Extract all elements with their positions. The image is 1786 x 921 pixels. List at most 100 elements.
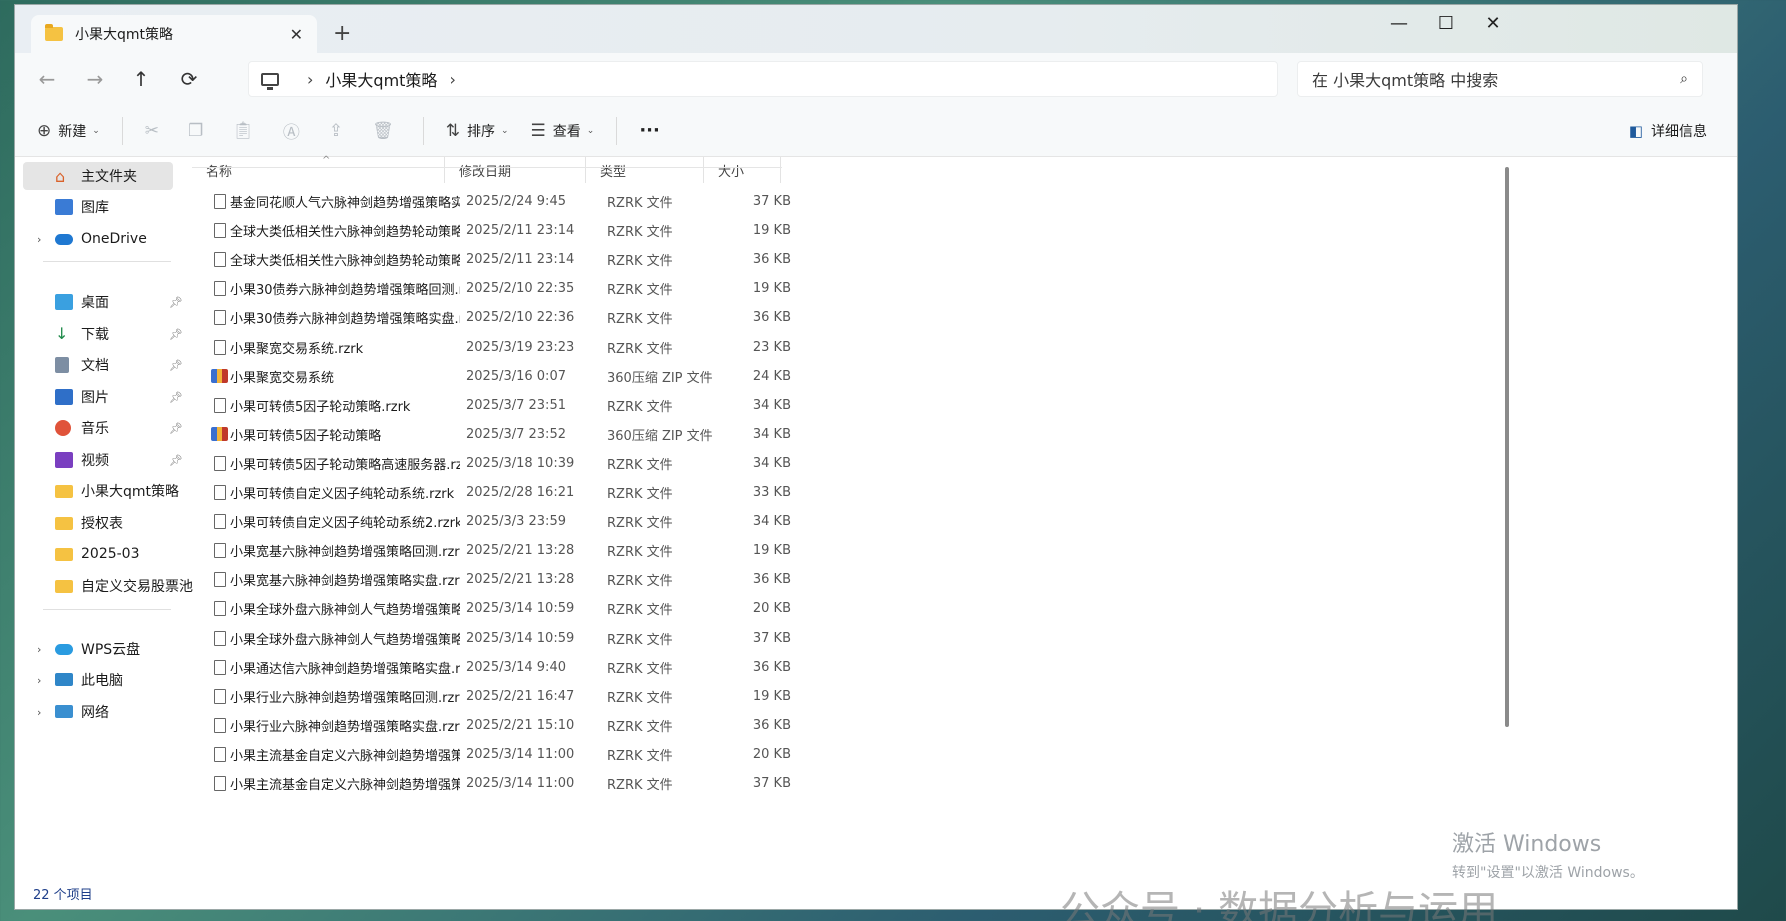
search-input[interactable]: 在 小果大qmt策略 中搜索 ⌕ — [1297, 61, 1703, 97]
file-name: 小果全球外盘六脉神剑人气趋势增强策略... — [230, 632, 460, 648]
file-name: 小果主流基金自定义六脉神剑趋势增强策... — [230, 748, 460, 764]
breadcrumb-separator[interactable]: › — [449, 70, 455, 89]
sidebar-item-onedrive[interactable]: › OneDrive — [23, 225, 173, 253]
file-row[interactable]: 小果聚宽交易系统.rzrk 2025/3/19 23:23 RZRK 文件 23 KB — [206, 333, 806, 362]
sidebar-item-videos[interactable]: 视频 📌︎ — [23, 446, 183, 474]
file-row[interactable]: 小果通达信六脉神剑趋势增强策略实盘.r... 2025/3/14 9:40 RZRK… — [206, 653, 806, 682]
file-type: RZRK 文件 — [607, 545, 673, 561]
file-row[interactable]: 全球大类低相关性六脉神剑趋势轮动策略... 2025/2/11 23:14 RZRK… — [206, 216, 806, 245]
file-row[interactable]: 小果宽基六脉神剑趋势增强策略回测.rzrk 2025/2/21 13:28 RZRK… — [206, 536, 806, 565]
view-button[interactable]: ☰ 查看 ⌄ — [531, 121, 595, 141]
file-row[interactable]: 小果主流基金自定义六脉神剑趋势增强策... 2025/3/14 11:00 RZRK… — [206, 769, 806, 798]
command-bar: ⊕ 新建 ⌄ ✂ ❐ 📋︎ Ⓐ ⇪ 🗑︎ ⇅ 排序 ⌄ ☰ 查看 ⌄ ··· ◧… — [15, 105, 1737, 157]
folder-icon — [55, 485, 73, 498]
sidebar-item-music[interactable]: 音乐 📌︎ — [23, 414, 183, 442]
back-button[interactable]: ← — [29, 65, 65, 93]
minimize-button[interactable]: — — [1379, 13, 1419, 34]
close-window-button[interactable]: ✕ — [1473, 13, 1513, 34]
sidebar-item-home[interactable]: ⌂ 主文件夹 — [23, 162, 173, 190]
folder-icon — [55, 548, 73, 561]
tab-current-folder[interactable]: 小果大qmt策略 ✕ — [31, 15, 317, 53]
new-button[interactable]: ⊕ 新建 ⌄ — [37, 121, 100, 141]
rename-button[interactable]: Ⓐ — [283, 118, 307, 143]
file-type: RZRK 文件 — [607, 225, 673, 241]
file-row[interactable]: 小果30债券六脉神剑趋势增强策略实盘.r... 2025/2/10 22:36 RZ… — [206, 303, 806, 332]
more-options-button[interactable]: ··· — [639, 120, 660, 141]
vertical-scrollbar[interactable] — [1504, 167, 1510, 909]
sidebar-item-wps-cloud[interactable]: › WPS云盘 — [23, 635, 173, 663]
pin-icon: 📌︎ — [169, 421, 183, 435]
sort-button[interactable]: ⇅ 排序 ⌄ — [446, 121, 509, 141]
file-row[interactable]: 小果主流基金自定义六脉神剑趋势增强策... 2025/3/14 11:00 RZRK… — [206, 740, 806, 769]
paste-button[interactable]: 📋︎ — [232, 121, 261, 141]
address-row: ← → ↑ ⟳ › 小果大qmt策略 › 在 小果大qmt策略 中搜索 ⌕ — [15, 53, 1737, 105]
file-row[interactable]: 全球大类低相关性六脉神剑趋势轮动策略... 2025/2/11 23:14 RZRK… — [206, 245, 806, 274]
scrollbar-thumb[interactable] — [1505, 167, 1509, 727]
file-row[interactable]: 小果可转债5因子轮动策略 2025/3/7 23:52 360压缩 ZIP 文件 34… — [206, 420, 806, 449]
file-icon — [214, 397, 226, 413]
sidebar-item-documents[interactable]: 文档 📌︎ — [23, 351, 183, 379]
breadcrumb-current[interactable]: 小果大qmt策略 — [325, 67, 437, 91]
refresh-button[interactable]: ⟳ — [171, 65, 207, 93]
file-icon — [214, 281, 226, 297]
new-tab-button[interactable]: + — [333, 21, 351, 46]
file-row[interactable]: 小果可转债5因子轮动策略高速服务器.rzrk 2025/3/18 10:39 RZR… — [206, 449, 806, 478]
file-row[interactable]: 小果行业六脉神剑趋势增强策略实盘.rzrk 2025/2/21 15:10 RZRK… — [206, 711, 806, 740]
file-row[interactable]: 小果可转债5因子轮动策略.rzrk 2025/3/7 23:51 RZRK 文件 34… — [206, 391, 806, 420]
file-row[interactable]: 小果聚宽交易系统 2025/3/16 0:07 360压缩 ZIP 文件 24 KB — [206, 362, 806, 391]
file-row[interactable]: 小果行业六脉神剑趋势增强策略回测.rzrk 2025/2/21 16:47 RZRK… — [206, 682, 806, 711]
file-icon — [214, 455, 226, 471]
tab-close-icon[interactable]: ✕ — [290, 25, 303, 44]
file-type: RZRK 文件 — [607, 341, 673, 357]
column-header-date[interactable]: 修改日期 — [445, 157, 586, 183]
share-button[interactable]: ⇪ — [329, 121, 350, 141]
up-button[interactable]: ↑ — [123, 65, 159, 93]
file-name: 小果聚宽交易系统 — [230, 370, 335, 386]
sidebar-item-desktop[interactable]: 桌面 📌︎ — [23, 288, 183, 316]
cut-button[interactable]: ✂ — [145, 121, 166, 141]
breadcrumb-separator[interactable]: › — [307, 70, 313, 89]
file-row[interactable]: 基金同花顺人气六脉神剑趋势增强策略实... 2025/2/24 9:45 RZRK … — [206, 187, 806, 216]
file-type: RZRK 文件 — [607, 312, 673, 328]
file-name: 小果行业六脉神剑趋势增强策略回测.rzrk — [230, 690, 460, 706]
file-date: 2025/2/11 23:14 — [466, 252, 575, 268]
sidebar-item-license-folder[interactable]: 授权表 — [23, 509, 173, 537]
view-label: 查看 — [552, 123, 581, 140]
copy-button[interactable]: ❐ — [188, 121, 210, 141]
file-name: 小果聚宽交易系统.rzrk — [230, 341, 364, 357]
file-row[interactable]: 小果30债券六脉神剑趋势增强策略回测.r... 2025/2/10 22:35 RZ… — [206, 274, 806, 303]
details-pane-button[interactable]: ◧ 详细信息 — [1629, 121, 1707, 141]
file-row[interactable]: 小果宽基六脉神剑趋势增强策略实盘.rzrk 2025/2/21 13:28 RZRK… — [206, 565, 806, 594]
wechat-watermark: 公众号 · 数据分析与运用 — [1060, 888, 1499, 921]
forward-button[interactable]: → — [77, 65, 113, 93]
file-name: 全球大类低相关性六脉神剑趋势轮动策略... — [230, 225, 460, 241]
sidebar-item-downloads[interactable]: ↓ 下载 📌︎ — [23, 320, 183, 348]
file-name: 小果可转债5因子轮动策略高速服务器.rzrk — [230, 457, 460, 473]
list-view-icon: ☰ — [530, 120, 546, 141]
column-header-type[interactable]: 类型 — [586, 157, 704, 183]
file-date: 2025/3/3 23:59 — [466, 514, 566, 530]
file-row[interactable]: 小果全球外盘六脉神剑人气趋势增强策略... 2025/3/14 10:59 RZRK… — [206, 594, 806, 623]
file-row[interactable]: 小果全球外盘六脉神剑人气趋势增强策略... 2025/3/14 10:59 RZRK… — [206, 624, 806, 653]
sidebar-item-gallery[interactable]: 图库 — [23, 193, 173, 221]
navigation-pane: ⌂ 主文件夹 图库 › OneDrive 桌面 📌︎ ↓ 下载 📌︎ 文档 📌︎ — [15, 157, 193, 883]
file-name: 小果可转债5因子轮动策略 — [230, 428, 382, 444]
file-row[interactable]: 小果可转债自定义因子纯轮动系统.rzrk 2025/2/28 16:21 RZRK … — [206, 478, 806, 507]
file-date: 2025/3/7 23:52 — [466, 426, 566, 442]
file-name: 小果30债券六脉神剑趋势增强策略回测.r... — [230, 283, 460, 299]
sidebar-item-pictures[interactable]: 图片 📌︎ — [23, 383, 183, 411]
file-row[interactable]: 小果可转债自定义因子纯轮动系统2.rzrk 2025/3/3 23:59 RZRK … — [206, 507, 806, 536]
address-bar[interactable]: › 小果大qmt策略 › — [248, 61, 1278, 97]
column-header-size[interactable]: 大小 — [704, 157, 781, 183]
sidebar-item-network[interactable]: › 网络 — [23, 698, 173, 726]
delete-button[interactable]: 🗑︎ — [372, 121, 401, 141]
sidebar-item-2025-03-folder[interactable]: 2025-03 — [23, 540, 173, 568]
maximize-button[interactable]: ☐ — [1426, 13, 1466, 34]
chevron-right-icon: › — [37, 673, 42, 687]
sidebar-item-this-pc[interactable]: › 此电脑 — [23, 666, 173, 694]
sidebar-item-stock-pool-folder[interactable]: 自定义交易股票池 — [23, 572, 193, 600]
file-size: 19 KB — [752, 223, 791, 239]
file-size: 34 KB — [752, 397, 791, 413]
sidebar-item-qmt-folder[interactable]: 小果大qmt策略 — [23, 477, 179, 505]
column-header-name[interactable]: 名称 — [192, 157, 445, 183]
